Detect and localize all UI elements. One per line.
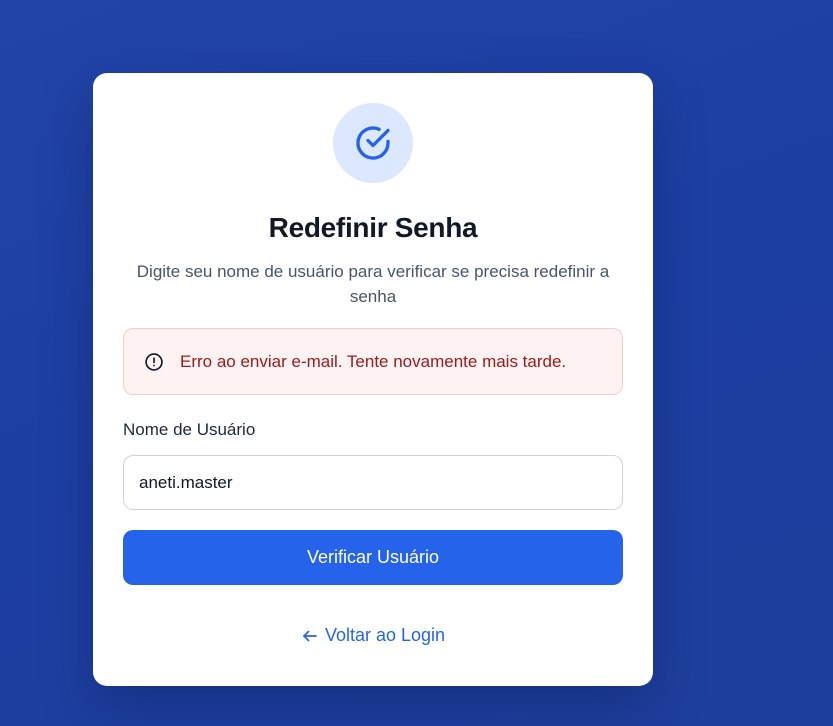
username-label: Nome de Usuário <box>123 420 256 439</box>
check-circle-icon <box>356 126 390 160</box>
arrow-left-icon <box>301 627 319 645</box>
username-input[interactable] <box>123 455 623 510</box>
error-message: Erro ao enviar e-mail. Tente novamente m… <box>180 351 567 371</box>
back-to-login-label: Voltar ao Login <box>324 625 446 645</box>
reset-password-card: Redefinir Senha Digite seu nome de usuár… <box>93 73 653 686</box>
verify-user-button[interactable]: Verificar Usuário <box>123 530 623 585</box>
alert-circle-icon <box>144 352 164 372</box>
page-background: { "colors": { "accent": "#2563eb", "icon… <box>0 0 833 726</box>
page-title: Redefinir Senha <box>268 212 478 243</box>
header-icon-circle <box>333 103 413 183</box>
back-to-login-link[interactable]: Voltar ao Login <box>93 625 653 646</box>
error-alert: Erro ao enviar e-mail. Tente novamente m… <box>123 328 623 395</box>
page-subtitle: Digite seu nome de usuário para verifica… <box>136 262 610 306</box>
